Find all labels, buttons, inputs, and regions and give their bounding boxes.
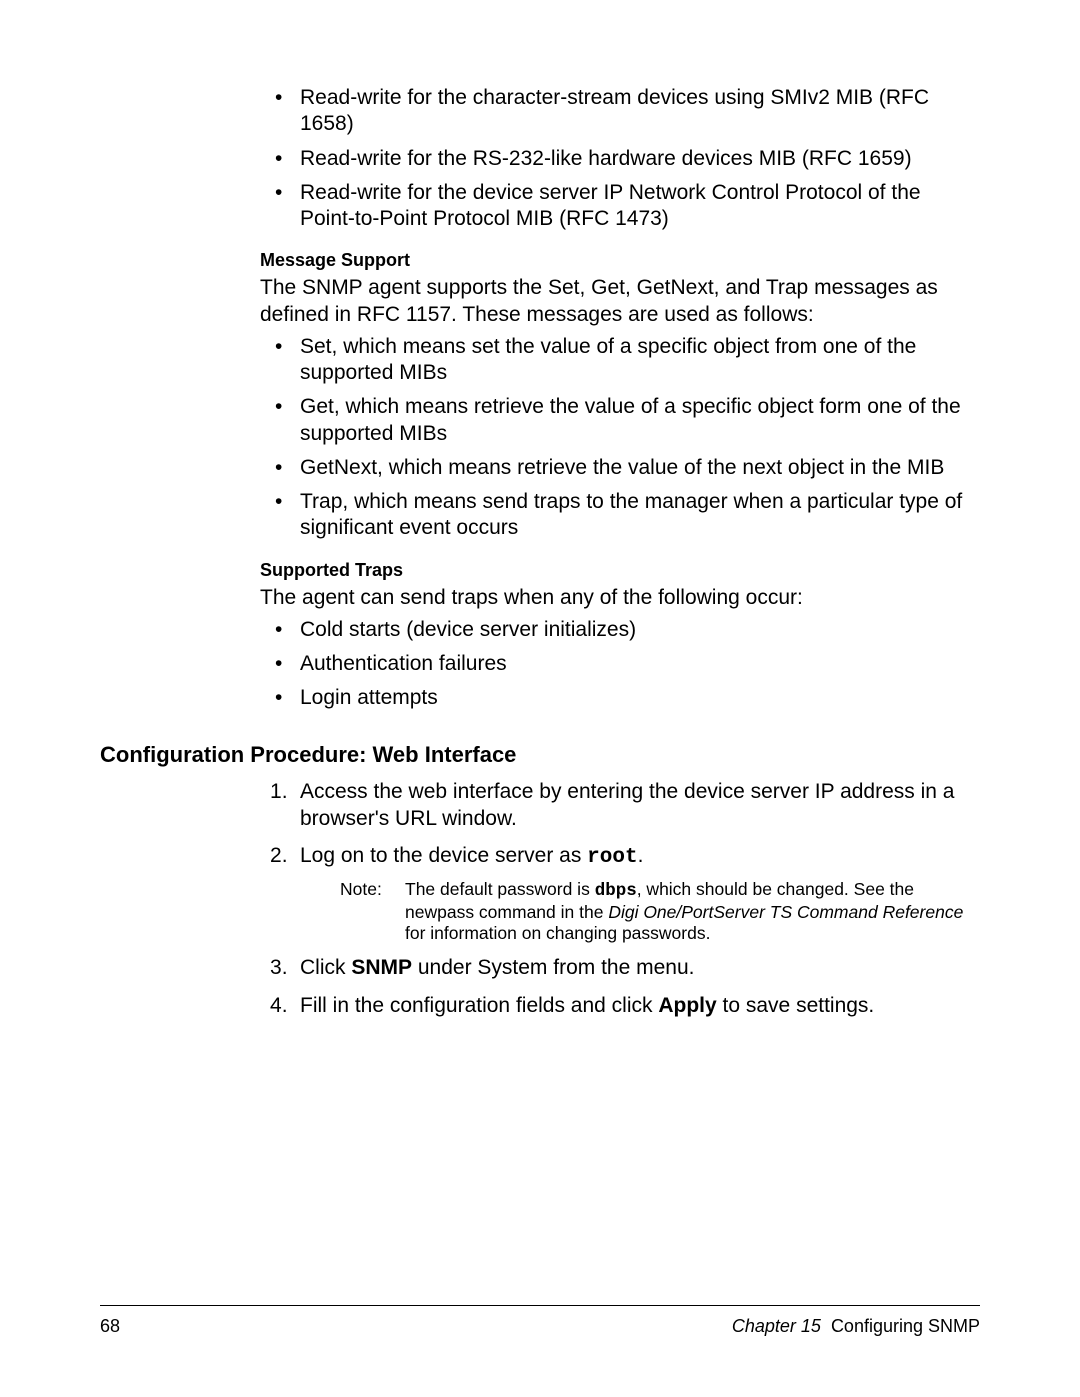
apply-bold: Apply <box>658 994 716 1017</box>
root-code: root <box>587 846 637 869</box>
step-1: Access the web interface by entering the… <box>300 778 980 833</box>
list-item: Set, which means set the value of a spec… <box>300 334 980 387</box>
note-pre: The default password is <box>405 879 595 899</box>
step-4-pre: Fill in the configuration fields and cli… <box>300 994 658 1017</box>
step-2-post: . <box>638 844 644 867</box>
list-item: Trap, which means send traps to the mana… <box>300 489 980 542</box>
list-item: Cold starts (device server initializes) <box>300 617 980 643</box>
step-3-post: under System from the menu. <box>412 956 694 979</box>
note-label: Note: <box>340 879 405 944</box>
note-text: The default password is dbps, which shou… <box>405 879 980 944</box>
page-content: Read-write for the character-stream devi… <box>100 85 980 1019</box>
chapter-italic: Chapter 15 <box>732 1316 821 1336</box>
supported-traps-list: Cold starts (device server initializes) … <box>260 617 980 712</box>
list-item: Authentication failures <box>300 651 980 677</box>
list-item: Get, which means retrieve the value of a… <box>300 394 980 447</box>
step-2: Log on to the device server as root. Not… <box>300 842 980 944</box>
chapter-label: Chapter 15 Configuring SNMP <box>732 1316 980 1337</box>
list-item: Read-write for the device server IP Netw… <box>300 180 980 233</box>
page-footer: 68 Chapter 15 Configuring SNMP <box>100 1305 980 1337</box>
supported-traps-heading: Supported Traps <box>260 560 980 581</box>
list-item: GetNext, which means retrieve the value … <box>300 455 980 481</box>
message-support-intro: The SNMP agent supports the Set, Get, Ge… <box>260 275 980 328</box>
step-4-post: to save settings. <box>717 994 875 1017</box>
page-number: 68 <box>100 1316 120 1337</box>
snmp-bold: SNMP <box>351 956 412 979</box>
list-item: Login attempts <box>300 685 980 711</box>
supported-traps-intro: The agent can send traps when any of the… <box>260 585 980 611</box>
step-3: Click SNMP under System from the menu. <box>300 954 980 981</box>
procedure-list: Access the web interface by entering the… <box>100 778 980 1019</box>
dbps-code: dbps <box>595 881 637 901</box>
message-support-heading: Message Support <box>260 250 980 271</box>
step-3-pre: Click <box>300 956 351 979</box>
top-bullet-list: Read-write for the character-stream devi… <box>260 85 980 232</box>
note-block: Note: The default password is dbps, whic… <box>340 879 980 944</box>
top-block: Read-write for the character-stream devi… <box>260 85 980 712</box>
step-2-pre: Log on to the device server as <box>300 844 587 867</box>
note-italic: Digi One/PortServer TS Command Reference <box>608 902 963 922</box>
list-item: Read-write for the RS-232-like hardware … <box>300 146 980 172</box>
chapter-title: Configuring SNMP <box>831 1316 980 1336</box>
note-post: for information on changing passwords. <box>405 923 710 943</box>
step-4: Fill in the configuration fields and cli… <box>300 992 980 1019</box>
message-support-list: Set, which means set the value of a spec… <box>260 334 980 542</box>
config-procedure-heading: Configuration Procedure: Web Interface <box>100 742 980 768</box>
list-item: Read-write for the character-stream devi… <box>300 85 980 138</box>
